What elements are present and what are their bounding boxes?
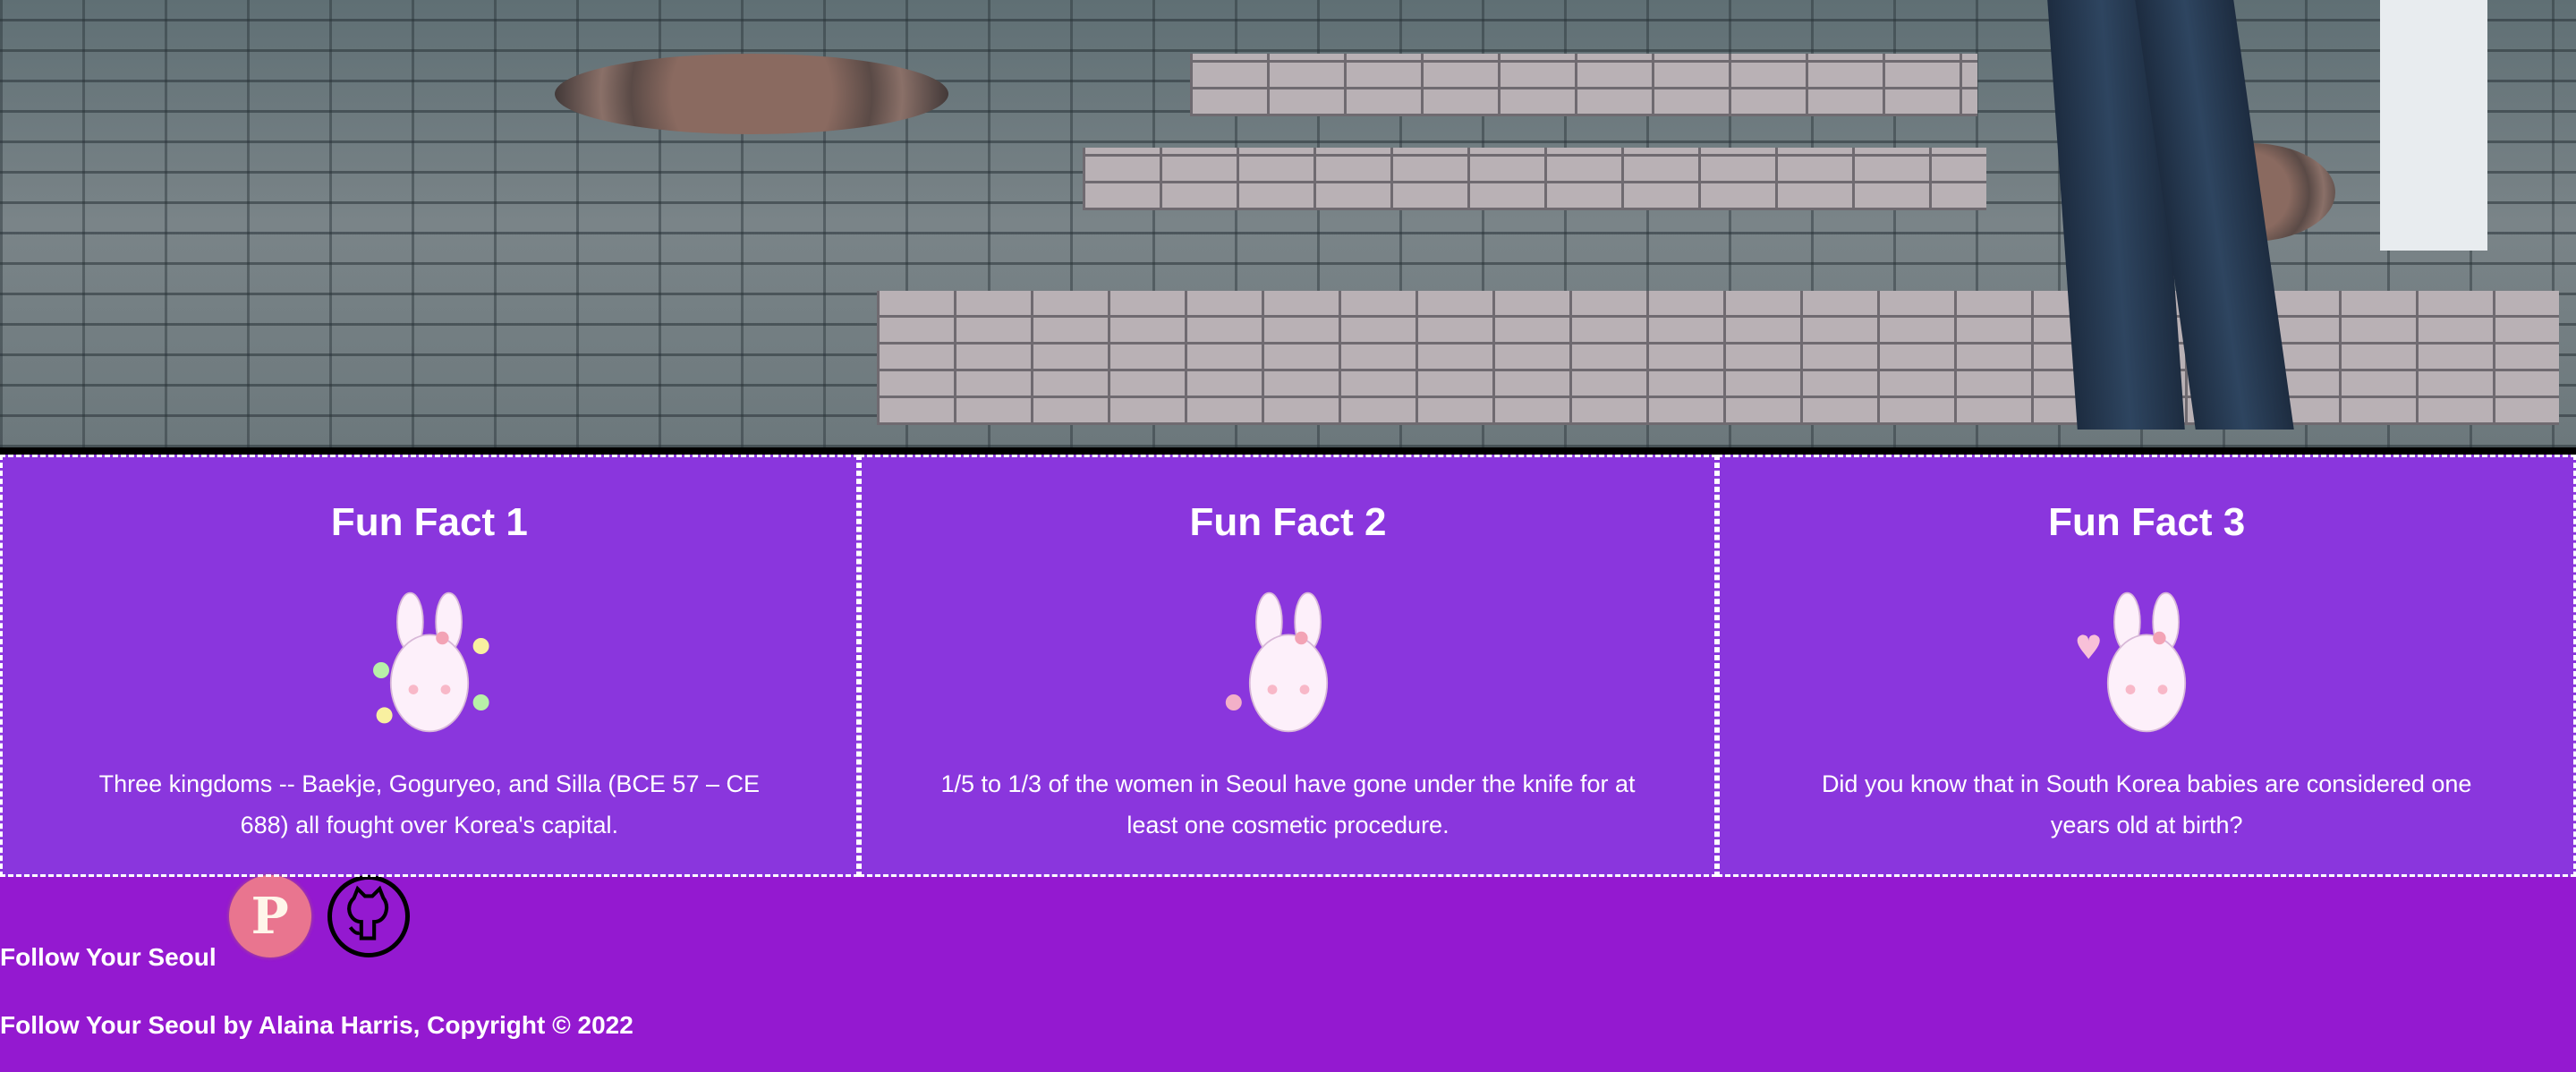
bunny-icon [2077,591,2187,733]
fun-facts: Fun Fact 1 Three kingdoms -- Baekje, Gog… [0,455,2576,877]
fun-fact-text: Three kingdoms -- Baekje, Goguryeo, and … [98,770,760,838]
bunny-icon [372,591,489,733]
hero-image [0,0,2576,447]
footer: Follow Your Seoul P Follow Your Seoul by… [0,875,2576,1040]
bunny-icon [1225,591,1328,733]
fun-fact-title: Fun Fact 2 [1189,500,1387,544]
fun-fact-card: Fun Fact 1 Three kingdoms -- Baekje, Gog… [0,455,859,877]
fun-fact-title: Fun Fact 1 [330,500,528,544]
fun-fact-card: Fun Fact 2 1/5 to 1/3 of the women in Se… [858,455,1718,877]
github-icon[interactable] [327,875,410,957]
divider [0,447,2576,455]
fun-fact-title: Fun Fact 3 [2048,500,2246,544]
copyright: Follow Your Seoul by Alaina Harris, Copy… [0,1011,633,1039]
follow-label: Follow Your Seoul [0,943,217,971]
fun-fact-card: Fun Fact 3 Did you know that in South Ko… [1717,455,2576,877]
pinterest-icon[interactable]: P [228,875,311,957]
fun-fact-text: Did you know that in South Korea babies … [1821,770,2472,838]
fun-fact-text: 1/5 to 1/3 of the women in Seoul have go… [940,770,1636,838]
